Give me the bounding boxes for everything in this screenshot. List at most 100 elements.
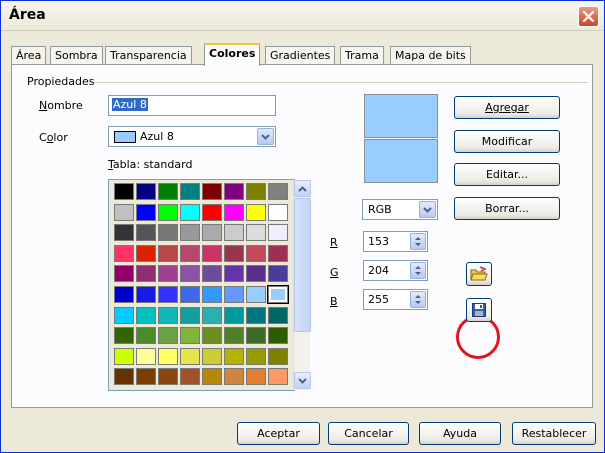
color-swatch[interactable] xyxy=(267,285,289,304)
color-swatch[interactable] xyxy=(202,265,222,283)
color-swatch[interactable] xyxy=(202,306,222,324)
color-swatch[interactable] xyxy=(158,347,178,365)
color-swatch[interactable] xyxy=(180,306,200,324)
color-swatch[interactable] xyxy=(224,286,244,303)
help-button[interactable]: Ayuda xyxy=(419,422,501,445)
color-swatch[interactable] xyxy=(202,286,222,303)
color-swatch[interactable] xyxy=(268,327,288,345)
load-color-list-button[interactable] xyxy=(466,262,492,286)
scroll-up-button[interactable] xyxy=(294,180,311,197)
color-swatch[interactable] xyxy=(158,286,178,303)
color-swatch[interactable] xyxy=(180,327,200,345)
color-swatch[interactable] xyxy=(136,347,156,365)
color-model-select[interactable]: RGB xyxy=(362,199,438,220)
color-swatch[interactable] xyxy=(136,265,156,283)
color-swatch[interactable] xyxy=(224,368,244,386)
color-swatch[interactable] xyxy=(202,347,222,365)
color-swatch[interactable] xyxy=(268,347,288,365)
color-swatch[interactable] xyxy=(114,368,134,386)
tab-gradientes[interactable]: Gradientes xyxy=(265,46,336,65)
color-swatch[interactable] xyxy=(224,327,244,345)
b-spin-buttons[interactable] xyxy=(410,291,426,308)
tab-sombra[interactable]: Sombra xyxy=(50,46,103,65)
color-swatch[interactable] xyxy=(246,327,266,345)
color-swatch[interactable] xyxy=(136,183,156,200)
color-swatch[interactable] xyxy=(136,244,156,262)
color-swatch[interactable] xyxy=(246,306,266,324)
color-swatch[interactable] xyxy=(114,203,134,221)
add-button[interactable]: Agregar xyxy=(454,96,560,119)
g-spinner[interactable]: 204 xyxy=(363,260,428,281)
color-swatch[interactable] xyxy=(224,183,244,200)
color-swatch[interactable] xyxy=(268,368,288,386)
color-swatch[interactable] xyxy=(246,286,266,303)
color-swatch[interactable] xyxy=(158,265,178,283)
color-swatch[interactable] xyxy=(202,327,222,345)
color-swatch[interactable] xyxy=(224,224,244,242)
palette-scrollbar[interactable] xyxy=(293,180,311,390)
color-swatch[interactable] xyxy=(158,244,178,262)
color-swatch[interactable] xyxy=(114,327,134,345)
color-swatch[interactable] xyxy=(246,183,266,200)
color-swatch[interactable] xyxy=(246,347,266,365)
color-swatch[interactable] xyxy=(136,306,156,324)
cancel-button[interactable]: Cancelar xyxy=(328,422,409,445)
color-swatch[interactable] xyxy=(114,183,134,200)
color-swatch[interactable] xyxy=(158,224,178,242)
color-swatch[interactable] xyxy=(180,203,200,221)
color-swatch[interactable] xyxy=(268,244,288,262)
ok-button[interactable]: Aceptar xyxy=(237,422,320,445)
color-swatch[interactable] xyxy=(246,244,266,262)
tab-trama[interactable]: Trama xyxy=(340,46,384,65)
color-swatch[interactable] xyxy=(180,265,200,283)
color-swatch[interactable] xyxy=(268,203,288,221)
title-bar[interactable]: Área xyxy=(1,1,604,31)
chevron-down-icon[interactable] xyxy=(257,128,274,145)
color-swatch[interactable] xyxy=(136,286,156,303)
color-swatch[interactable] xyxy=(180,224,200,242)
color-swatch[interactable] xyxy=(136,327,156,345)
color-swatch[interactable] xyxy=(202,224,222,242)
name-field[interactable]: Azul 8 xyxy=(108,95,276,116)
r-spinner[interactable]: 153 xyxy=(363,231,428,252)
color-swatch[interactable] xyxy=(180,183,200,200)
color-swatch[interactable] xyxy=(114,244,134,262)
color-swatch[interactable] xyxy=(158,183,178,200)
color-swatch[interactable] xyxy=(224,244,244,262)
color-swatch[interactable] xyxy=(268,306,288,324)
color-swatch[interactable] xyxy=(136,224,156,242)
color-swatch[interactable] xyxy=(246,265,266,283)
color-swatch[interactable] xyxy=(158,203,178,221)
color-swatch[interactable] xyxy=(180,244,200,262)
color-swatch[interactable] xyxy=(224,347,244,365)
tab-colores[interactable]: Colores xyxy=(204,43,261,66)
save-color-list-button[interactable] xyxy=(466,298,492,322)
delete-button[interactable]: Borrar... xyxy=(454,197,560,220)
color-swatch[interactable] xyxy=(268,224,288,242)
color-swatch[interactable] xyxy=(224,203,244,221)
color-swatch[interactable] xyxy=(202,203,222,221)
color-swatch[interactable] xyxy=(136,368,156,386)
scroll-thumb[interactable] xyxy=(294,198,311,332)
modify-button[interactable]: Modificar xyxy=(454,130,560,153)
color-swatch[interactable] xyxy=(246,368,266,386)
color-swatch[interactable] xyxy=(202,183,222,200)
color-swatch[interactable] xyxy=(246,224,266,242)
close-button[interactable] xyxy=(578,6,599,27)
color-swatch[interactable] xyxy=(224,306,244,324)
reset-button[interactable]: Restablecer xyxy=(512,422,596,445)
color-swatch[interactable] xyxy=(180,347,200,365)
color-swatch[interactable] xyxy=(180,286,200,303)
color-swatch[interactable] xyxy=(114,265,134,283)
color-swatch[interactable] xyxy=(268,265,288,283)
color-swatch[interactable] xyxy=(180,368,200,386)
r-spin-buttons[interactable] xyxy=(410,233,426,250)
color-swatch[interactable] xyxy=(158,327,178,345)
color-swatch[interactable] xyxy=(268,183,288,200)
color-swatch[interactable] xyxy=(114,224,134,242)
g-spin-buttons[interactable] xyxy=(410,262,426,279)
b-spinner[interactable]: 255 xyxy=(363,289,428,310)
scroll-down-button[interactable] xyxy=(294,372,311,389)
tab-area[interactable]: Área xyxy=(11,46,47,65)
tab-mapa-de-bits[interactable]: Mapa de bits xyxy=(390,46,471,65)
